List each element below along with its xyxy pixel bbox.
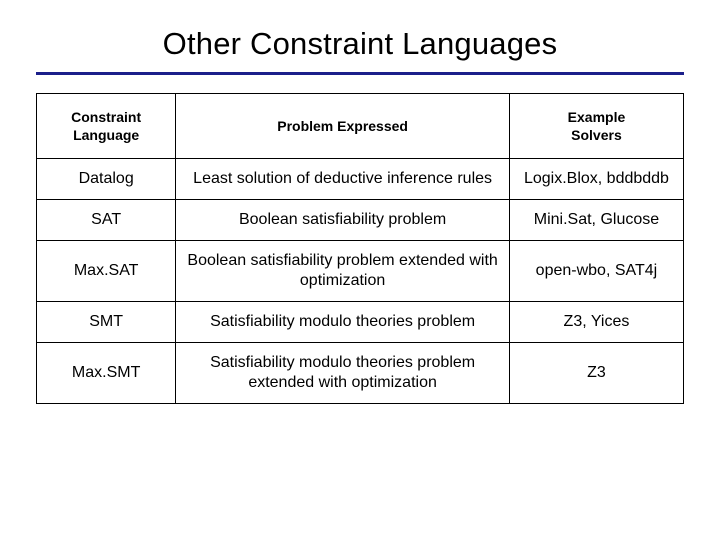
cell-language: SMT	[35, 301, 177, 344]
cell-solvers: Z3, Yices	[508, 301, 685, 344]
constraint-languages-table-wrapper: Constraint Language Problem Expressed Ex…	[35, 92, 685, 405]
constraint-languages-table: Constraint Language Problem Expressed Ex…	[35, 92, 685, 405]
table-row: Max.SAT Boolean satisfiability problem e…	[35, 240, 685, 303]
cell-language: Datalog	[35, 158, 177, 201]
cell-language: SAT	[35, 199, 177, 242]
cell-problem: Boolean satisfiability problem	[175, 199, 510, 242]
cell-solvers: Logix.Blox, bddbddb	[508, 158, 685, 201]
cell-problem: Satisfiability modulo theories problem	[175, 301, 510, 344]
page-title: Other Constraint Languages	[162, 26, 558, 61]
column-header-example-solvers-line2: Solvers	[571, 127, 622, 144]
table-row: SAT Boolean satisfiability problem Mini.…	[35, 199, 685, 242]
table-body: Datalog Least solution of deductive infe…	[35, 158, 685, 405]
column-header-constraint-language-line1: Constraint	[71, 109, 142, 125]
table-header: Constraint Language Problem Expressed Ex…	[35, 92, 685, 160]
column-header-constraint-language-line2: Language	[73, 127, 140, 144]
slide: Other Constraint Languages Constraint La…	[0, 0, 720, 540]
table-header-row: Constraint Language Problem Expressed Ex…	[35, 92, 685, 160]
column-header-problem-expressed: Problem Expressed	[175, 92, 510, 160]
column-header-example-solvers: Example Solvers	[508, 92, 685, 160]
table-row: Datalog Least solution of deductive infe…	[35, 158, 685, 201]
table-row: SMT Satisfiability modulo theories probl…	[35, 301, 685, 344]
cell-problem: Satisfiability modulo theories problem e…	[175, 342, 510, 405]
cell-language: Max.SMT	[35, 342, 177, 405]
cell-language: Max.SAT	[35, 240, 177, 303]
cell-solvers: Mini.Sat, Glucose	[508, 199, 685, 242]
cell-solvers: open-wbo, SAT4j	[508, 240, 685, 303]
cell-problem: Boolean satisfiability problem extended …	[175, 240, 510, 303]
title-divider	[36, 72, 684, 75]
cell-solvers: Z3	[508, 342, 685, 405]
table-row: Max.SMT Satisfiability modulo theories p…	[35, 342, 685, 405]
column-header-constraint-language: Constraint Language	[35, 92, 177, 160]
cell-problem: Least solution of deductive inference ru…	[175, 158, 510, 201]
column-header-example-solvers-line1: Example	[567, 109, 626, 125]
